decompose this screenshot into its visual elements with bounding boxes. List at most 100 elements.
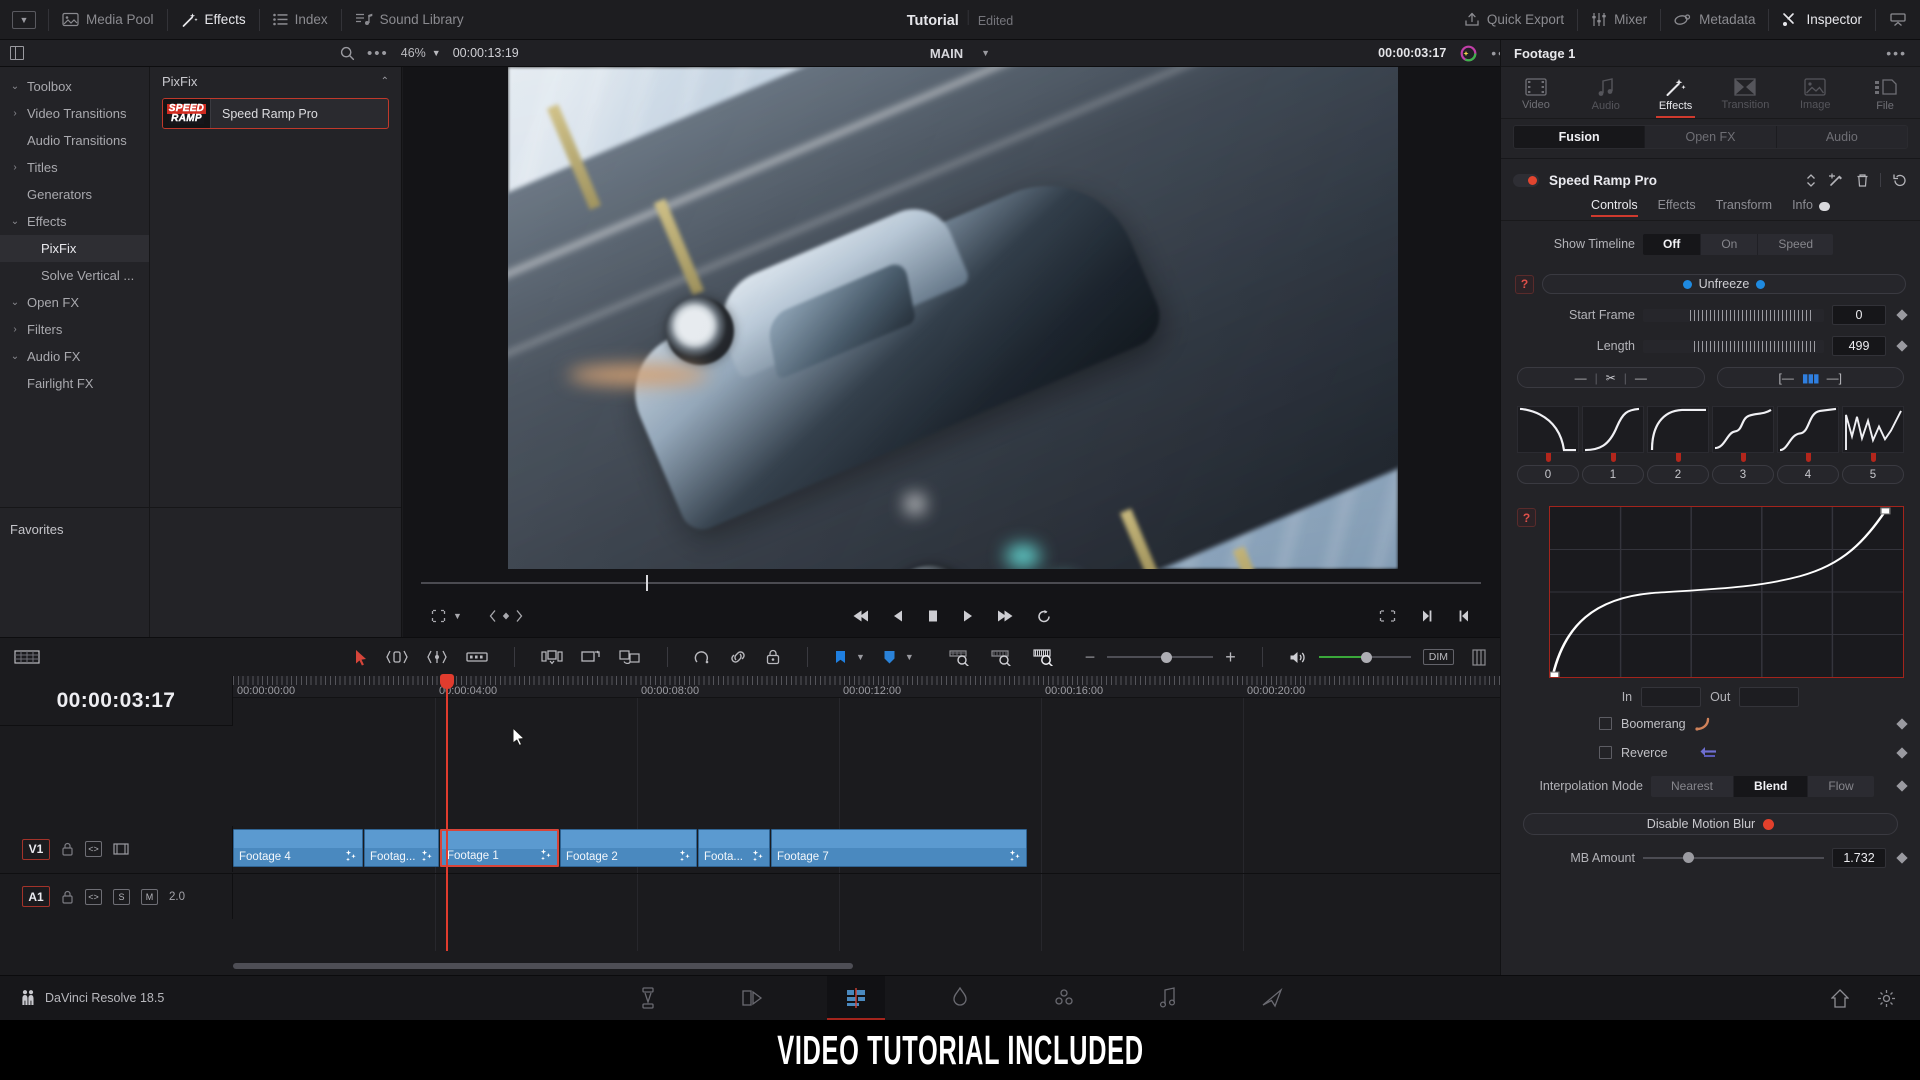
keyframe-diamond-icon[interactable] — [1896, 718, 1907, 729]
in-value-field[interactable] — [1641, 687, 1701, 707]
show-timeline-option-off[interactable]: Off — [1643, 234, 1701, 255]
effect-enable-toggle[interactable] — [1513, 174, 1539, 187]
add-effect-icon[interactable] — [1828, 173, 1845, 188]
timeline-view-options[interactable] — [14, 648, 40, 666]
chevron-down-icon[interactable]: ⌄ — [8, 297, 22, 308]
delete-effect-icon[interactable] — [1856, 173, 1869, 188]
effect-sub-tab-effects[interactable]: Effects — [1658, 198, 1696, 217]
color-wheel-icon[interactable] — [1460, 45, 1477, 62]
page-color[interactable] — [1035, 976, 1093, 1020]
interpolation-option-blend[interactable]: Blend — [1734, 776, 1808, 797]
playhead-handle[interactable] — [440, 674, 454, 689]
keyframe-nav-icon[interactable] — [488, 609, 524, 623]
effects-tree-item-solve-vertical[interactable]: Solve Vertical ... — [0, 262, 149, 289]
project-manager-chevron-icon[interactable]: ▼ — [12, 11, 36, 29]
timeline-clip[interactable]: Footage 7 — [771, 829, 1027, 867]
curve-preset-number-5[interactable]: 5 — [1842, 465, 1904, 484]
effects-tree-item-generators[interactable]: Generators — [0, 181, 149, 208]
effects-tree-item-pixfix[interactable]: PixFix — [0, 235, 149, 262]
effects-button[interactable]: Effects — [168, 0, 259, 39]
zoom-full-extent-icon[interactable] — [1033, 649, 1057, 666]
interpolation-option-flow[interactable]: Flow — [1808, 776, 1873, 797]
sound-library-button[interactable]: Sound Library — [342, 0, 477, 39]
lock-icon[interactable] — [61, 890, 74, 904]
curve-preset-number-0[interactable]: 0 — [1517, 465, 1579, 484]
effects-tree-item-open-fx[interactable]: ⌄Open FX — [0, 289, 149, 316]
curve-preset-number-4[interactable]: 4 — [1777, 465, 1839, 484]
marker-color-selector[interactable]: ▼ — [883, 650, 914, 665]
auto-select-icon[interactable]: <> — [85, 889, 102, 905]
slider-knob[interactable] — [1161, 652, 1172, 663]
flag-color-selector[interactable]: ▼ — [834, 650, 865, 665]
reset-effect-icon[interactable] — [1892, 173, 1908, 188]
mb-amount-value[interactable]: 1.732 — [1832, 848, 1886, 868]
effects-tree-item-audio-fx[interactable]: ⌄Audio FX — [0, 343, 149, 370]
next-edit-icon[interactable] — [1421, 609, 1433, 623]
timeline-ruler[interactable]: 00:00:00:0000:00:04:0000:00:08:0000:00:1… — [233, 676, 1500, 698]
show-timeline-option-speed[interactable]: Speed — [1758, 234, 1833, 255]
jump-to-start-button[interactable] — [852, 609, 870, 623]
chevron-down-icon[interactable]: ⌄ — [8, 81, 22, 92]
out-value-field[interactable] — [1739, 687, 1799, 707]
track-name-v1[interactable]: V1 — [22, 839, 50, 860]
page-edit[interactable] — [827, 976, 885, 1020]
reorder-icon[interactable] — [1805, 173, 1817, 188]
home-icon[interactable] — [1831, 989, 1849, 1008]
curve-preset-number-1[interactable]: 1 — [1582, 465, 1644, 484]
video-enable-icon[interactable] — [113, 842, 129, 856]
inspector-tab-image[interactable]: Image — [1780, 67, 1850, 118]
step-back-button[interactable] — [892, 609, 904, 623]
effect-list-item-speed-ramp-pro[interactable]: SPEED RAMP Speed Ramp Pro — [162, 98, 389, 129]
timeline-clip[interactable]: Foota... — [698, 829, 770, 867]
curve-preset-4[interactable] — [1777, 406, 1839, 453]
audio-meter-icon[interactable] — [1472, 649, 1486, 666]
reverce-checkbox[interactable] — [1599, 746, 1612, 759]
loop-button[interactable] — [1036, 609, 1052, 624]
speed-curve-editor[interactable] — [1549, 506, 1904, 678]
chevron-right-icon[interactable]: › — [8, 108, 22, 119]
collapse-chevron-icon[interactable]: ⌃ — [381, 76, 389, 87]
settings-icon[interactable] — [1877, 989, 1896, 1008]
effect-sub-tab-transform[interactable]: Transform — [1716, 198, 1773, 217]
keyframe-diamond-icon[interactable] — [1896, 340, 1907, 351]
fx-category-tab-audio[interactable]: Audio — [1777, 126, 1907, 148]
curve-preset-number-3[interactable]: 3 — [1712, 465, 1774, 484]
effect-sub-tab-info[interactable]: Info — [1792, 198, 1813, 217]
prev-edit-icon[interactable] — [1458, 609, 1470, 623]
effect-sub-tab-controls[interactable]: Controls — [1591, 198, 1638, 217]
speaker-icon[interactable] — [1289, 650, 1307, 665]
razor-tool-icon[interactable] — [466, 650, 488, 664]
timeline-clip[interactable]: Footage 2 — [560, 829, 697, 867]
zoom-to-fit-icon[interactable] — [949, 649, 973, 666]
keyframe-diamond-icon[interactable] — [1896, 747, 1907, 758]
trim-edit-tool-icon[interactable] — [386, 649, 408, 665]
fit-screen-icon[interactable] — [1379, 609, 1396, 623]
inspector-tab-video[interactable]: Video — [1501, 67, 1571, 118]
effects-tree-item-filters[interactable]: ›Filters — [0, 316, 149, 343]
effects-tree-item-audio-transitions[interactable]: Audio Transitions — [0, 127, 149, 154]
fx-category-tab-open-fx[interactable]: Open FX — [1645, 126, 1776, 148]
curve-preset-2[interactable] — [1647, 406, 1709, 453]
inspector-tab-audio[interactable]: Audio — [1571, 67, 1641, 118]
flag-clip-icon[interactable] — [581, 649, 601, 665]
page-cut[interactable] — [723, 976, 781, 1020]
keyframe-diamond-icon[interactable] — [1896, 309, 1907, 320]
keyframe-diamond-icon[interactable] — [1896, 780, 1907, 791]
solo-icon[interactable]: S — [113, 889, 130, 905]
inspector-tab-file[interactable]: File — [1850, 67, 1920, 118]
replace-clip-icon[interactable] — [619, 649, 641, 665]
snapping-icon[interactable] — [541, 649, 563, 665]
effects-tree-item-toolbox[interactable]: ⌄Toolbox — [0, 73, 149, 100]
mb-amount-slider[interactable] — [1643, 852, 1824, 864]
help-icon[interactable]: ? — [1515, 275, 1534, 294]
unfreeze-button[interactable]: Unfreeze — [1542, 274, 1906, 294]
play-button[interactable] — [962, 609, 974, 623]
retime-icon[interactable] — [694, 649, 711, 666]
chevron-down-icon[interactable]: ⌄ — [8, 351, 22, 362]
mixer-button[interactable]: Mixer — [1578, 0, 1660, 39]
chevron-down-icon[interactable]: ▼ — [981, 48, 990, 58]
quick-export-button[interactable]: Quick Export — [1451, 0, 1577, 39]
curve-preset-0[interactable] — [1517, 406, 1579, 453]
jump-to-end-button[interactable] — [996, 609, 1014, 623]
fx-category-tab-fusion[interactable]: Fusion — [1514, 126, 1645, 148]
